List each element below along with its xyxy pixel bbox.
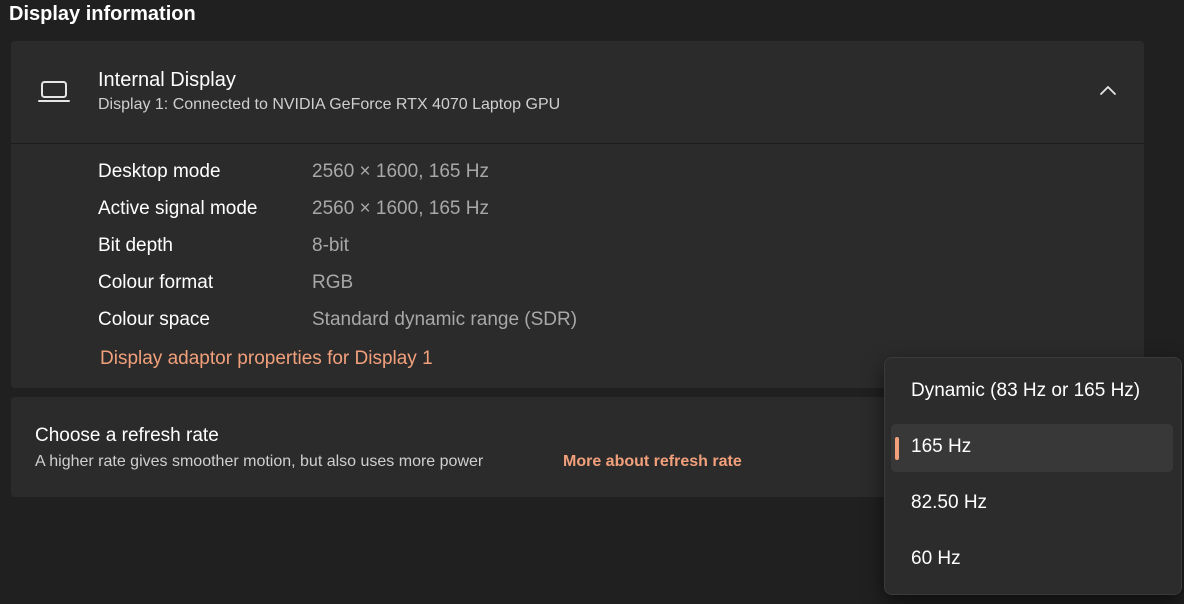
settings-page: Display information Internal Display Dis… (0, 0, 1184, 604)
option-label: 82.50 Hz (911, 492, 988, 513)
display-card-header[interactable]: Internal Display Display 1: Connected to… (11, 41, 1144, 143)
refresh-rate-title: Choose a refresh rate (35, 425, 219, 446)
option-label: 165 Hz (911, 436, 972, 457)
refresh-rate-description: A higher rate gives smoother motion, but… (35, 453, 484, 470)
section-title: Display information (9, 3, 196, 25)
collapse-button[interactable] (1091, 77, 1125, 107)
display-title: Internal Display (98, 69, 236, 91)
info-label: Colour space (98, 309, 210, 330)
display-card: Internal Display Display 1: Connected to… (11, 41, 1144, 388)
info-value: 2560 × 1600, 165 Hz (312, 198, 489, 219)
refresh-option-165hz[interactable]: 165 Hz (891, 424, 1173, 472)
selected-indicator (895, 437, 899, 460)
info-label: Colour format (98, 272, 214, 293)
adapter-properties-link[interactable]: Display adaptor properties for Display 1 (100, 348, 433, 370)
info-label: Bit depth (98, 235, 173, 256)
refresh-option-dynamic[interactable]: Dynamic (83 Hz or 165 Hz) (891, 368, 1173, 416)
refresh-option-60hz[interactable]: 60 Hz (891, 536, 1173, 584)
refresh-rate-dropdown: Dynamic (83 Hz or 165 Hz) 165 Hz 82.50 H… (884, 357, 1182, 595)
chevron-up-icon (1099, 83, 1117, 101)
card-divider (11, 143, 1144, 144)
display-subtitle: Display 1: Connected to NVIDIA GeForce R… (98, 96, 561, 113)
info-label: Active signal mode (98, 198, 258, 219)
info-value: 2560 × 1600, 165 Hz (312, 161, 489, 182)
refresh-option-82-50hz[interactable]: 82.50 Hz (891, 480, 1173, 528)
info-value: 8-bit (312, 235, 349, 256)
laptop-icon (38, 79, 70, 105)
info-value: RGB (312, 272, 354, 293)
option-label: Dynamic (83 Hz or 165 Hz) (911, 380, 1141, 401)
info-value: Standard dynamic range (SDR) (312, 309, 578, 330)
refresh-rate-more-link[interactable]: More about refresh rate (563, 453, 742, 471)
option-label: 60 Hz (911, 548, 961, 569)
info-label: Desktop mode (98, 161, 221, 182)
